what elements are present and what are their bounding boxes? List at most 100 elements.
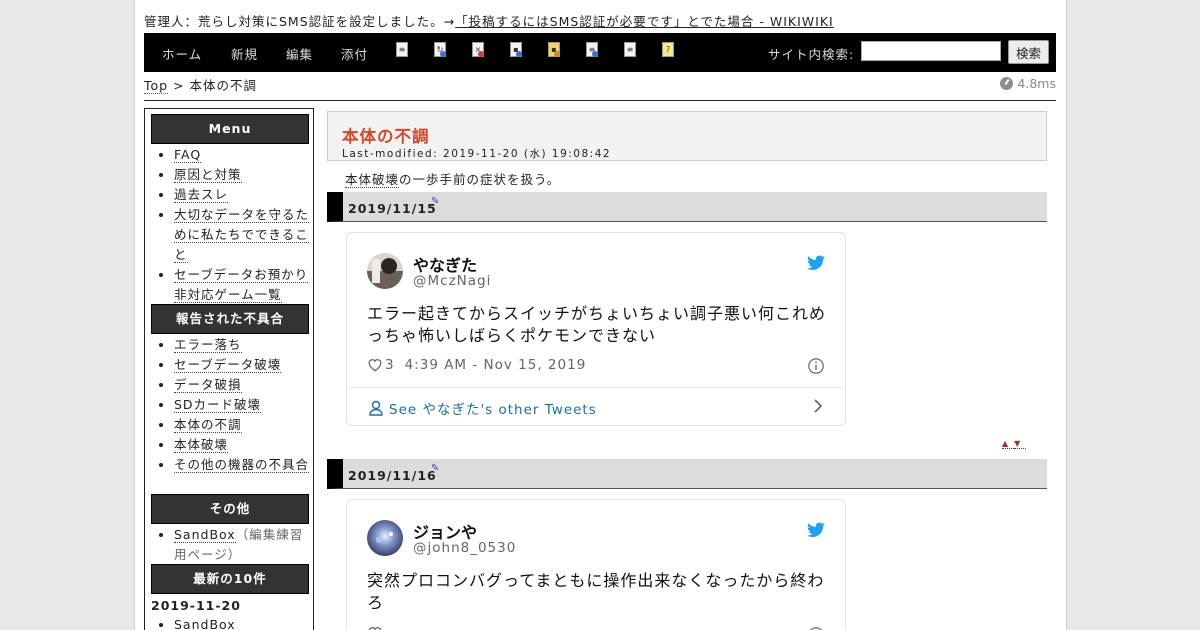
scroll-down-icon[interactable]: ▼ bbox=[1014, 439, 1027, 449]
tweet-divider bbox=[347, 387, 845, 388]
twitter-bird-icon[interactable] bbox=[807, 522, 825, 538]
tweet-likes[interactable]: 3 bbox=[367, 357, 395, 373]
section-heading-2: 2019/11/16 ✎ bbox=[327, 459, 1047, 489]
notice-link[interactable]: 「投稿するにはSMS認証が必要です」とでた場合 - WIKIWIKI bbox=[455, 14, 834, 29]
user-icon bbox=[369, 400, 383, 416]
breadcrumb-top-link[interactable]: Top bbox=[144, 78, 169, 94]
sidebar-item-causes[interactable]: 原因と対策 bbox=[174, 167, 242, 183]
sidebar-item-past-threads[interactable]: 過去スレ bbox=[174, 187, 229, 203]
intro-link[interactable]: 本体破壊 bbox=[345, 172, 400, 188]
edit-pencil-icon[interactable]: ✎ bbox=[431, 197, 441, 207]
page-icon[interactable]: ≡ bbox=[396, 42, 408, 57]
sidebar-item-error-crash[interactable]: エラー落ち bbox=[174, 337, 242, 353]
nav-attach-link[interactable]: 添付 bbox=[341, 44, 368, 63]
sidebar-heading-other: その他 bbox=[151, 494, 309, 524]
embedded-tweet-2[interactable]: ジョンや @john8_0530 突然プロコンバグってまともに操作出来なくなった… bbox=[346, 499, 846, 630]
sidebar-latest-date: 2019-11-20 bbox=[151, 598, 241, 613]
embedded-tweet-1[interactable]: やなぎた @MczNagi エラー起きてからスイッチがちょいちょい調子悪い何これ… bbox=[346, 232, 846, 426]
sidebar-item-sandbox[interactable]: SandBox bbox=[174, 527, 236, 543]
speedometer-icon bbox=[1000, 77, 1014, 90]
tweet-meta bbox=[367, 626, 383, 630]
avatar[interactable] bbox=[367, 520, 403, 556]
avatar[interactable] bbox=[367, 253, 403, 289]
sidebar-item-save-unsupported[interactable]: セーブデータお預かり非対応ゲーム一覧 bbox=[174, 267, 309, 303]
sidebar-item-console-broken[interactable]: 本体破壊 bbox=[174, 437, 229, 453]
sidebar-item-sdcard[interactable]: SDカード破壊 bbox=[174, 397, 262, 413]
list-item: 大切なデータを守るために私たちでできること bbox=[174, 205, 313, 265]
list-icon[interactable]: ≡ bbox=[624, 42, 636, 57]
title-box: 本体の不調 Last-modified: 2019-11-20 (水) 19:0… bbox=[327, 111, 1047, 161]
sidebar-heading-reported-bugs: 報告された不具合 bbox=[151, 304, 309, 334]
list-item: SDカード破壊 bbox=[174, 395, 313, 415]
tweet-more-label[interactable]: See やなぎた's other Tweets bbox=[389, 398, 597, 418]
sidebar-item-data-damage[interactable]: データ破損 bbox=[174, 377, 242, 393]
render-time-value: 4.8ms bbox=[1017, 76, 1056, 91]
help-icon[interactable]: ? bbox=[662, 42, 674, 57]
scroll-up-icon[interactable]: ▲ bbox=[1002, 439, 1015, 449]
main-content: 本体の不調 Last-modified: 2019-11-20 (水) 19:0… bbox=[327, 108, 1047, 630]
tweet-text: エラー起きてからスイッチがちょいちょい調子悪い何これめっちゃ怖いしばらくポケモン… bbox=[367, 304, 827, 345]
list-item: その他の機器の不具合 bbox=[174, 455, 313, 475]
info-icon[interactable] bbox=[807, 626, 825, 630]
render-time: 4.8ms bbox=[1000, 76, 1056, 91]
twitter-bird-icon[interactable] bbox=[807, 255, 825, 271]
lock-icon[interactable]: ▪ bbox=[548, 42, 560, 57]
info-icon[interactable] bbox=[807, 357, 825, 375]
sidebar-item-console-issue[interactable]: 本体の不調 bbox=[174, 417, 242, 433]
sidebar-menu-list: FAQ 原因と対策 過去スレ 大切なデータを守るために私たちでできること セーブ… bbox=[157, 145, 313, 305]
last-modified: Last-modified: 2019-11-20 (水) 19:08:42 bbox=[342, 148, 612, 160]
sidebar-item-save-corrupt[interactable]: セーブデータ破壊 bbox=[174, 357, 282, 373]
heart-icon[interactable] bbox=[367, 358, 383, 372]
list-item: セーブデータ破壊 bbox=[174, 355, 313, 375]
list-item: 原因と対策 bbox=[174, 165, 313, 185]
header-divider bbox=[144, 100, 1056, 101]
section-heading-1: 2019/11/15 ✎ bbox=[327, 192, 1047, 222]
tweet-timestamp[interactable]: 4:39 AM - Nov 15, 2019 bbox=[405, 357, 587, 373]
page: 管理人：荒らし対策にSMS認証を設定しました。→「投稿するにはSMS認証が必要で… bbox=[134, 0, 1067, 630]
edit-pencil-icon[interactable]: ✎ bbox=[431, 464, 441, 474]
tweet-author-handle[interactable]: @john8_0530 bbox=[413, 540, 516, 556]
copy-icon[interactable]: ≡ bbox=[586, 42, 598, 57]
breadcrumb-separator: > bbox=[173, 78, 185, 93]
sidebar-bugs-list: エラー落ち セーブデータ破壊 データ破損 SDカード破壊 本体の不調 本体破壊 … bbox=[157, 335, 313, 475]
list-item: エラー落ち bbox=[174, 335, 313, 355]
section-nav-arrows: ▲▼ bbox=[1002, 439, 1027, 449]
breadcrumb-current: 本体の不調 bbox=[189, 78, 258, 93]
navbar: ホーム 新規 編集 添付 ≡ ↻ × ▪ ▪ ≡ ≡ ? サイト内検索: 検索 bbox=[144, 33, 1056, 72]
save-icon[interactable]: ▪ bbox=[510, 42, 522, 57]
delete-icon[interactable]: × bbox=[472, 42, 484, 57]
tweet-text: 突然プロコンバグってまともに操作出来なくなったから終わろ bbox=[367, 571, 825, 612]
tweet-author-handle[interactable]: @MczNagi bbox=[413, 273, 491, 289]
sidebar-latest-sandbox[interactable]: SandBox bbox=[174, 617, 236, 630]
admin-notice: 管理人：荒らし対策にSMS認証を設定しました。→「投稿するにはSMS認証が必要で… bbox=[144, 11, 834, 30]
sidebar-latest-list: SandBox bbox=[157, 615, 313, 630]
sidebar-item-other-devices[interactable]: その他の機器の不具合 bbox=[174, 457, 310, 473]
nav-home-link[interactable]: ホーム bbox=[162, 44, 202, 63]
sidebar-item-faq[interactable]: FAQ bbox=[174, 147, 202, 163]
list-item: セーブデータお預かり非対応ゲーム一覧 bbox=[174, 265, 313, 305]
tweet-like-count: 3 bbox=[385, 357, 395, 373]
list-item: SandBox bbox=[174, 615, 313, 630]
list-item: 本体破壊 bbox=[174, 435, 313, 455]
list-item: データ破損 bbox=[174, 375, 313, 395]
nav-edit-link[interactable]: 編集 bbox=[286, 44, 313, 63]
search-input[interactable] bbox=[861, 41, 1001, 61]
sidebar-heading-menu: Menu bbox=[151, 114, 309, 144]
sidebar: Menu FAQ 原因と対策 過去スレ 大切なデータを守るために私たちでできるこ… bbox=[144, 108, 314, 630]
notice-text: 管理人：荒らし対策にSMS認証を設定しました。→ bbox=[144, 14, 456, 29]
sidebar-item-protect-data[interactable]: 大切なデータを守るために私たちでできること bbox=[174, 207, 310, 263]
search-label: サイト内検索: bbox=[768, 47, 855, 62]
tweet-more-link[interactable]: See やなぎた's other Tweets bbox=[369, 398, 597, 418]
sidebar-heading-latest: 最新の10件 bbox=[151, 564, 309, 594]
reload-icon[interactable]: ↻ bbox=[434, 42, 446, 57]
tweet-meta: 3 4:39 AM - Nov 15, 2019 bbox=[367, 357, 586, 373]
chevron-right-icon[interactable] bbox=[813, 399, 823, 413]
intro-text: 本体破壊の一歩手前の症状を扱う。 bbox=[345, 169, 560, 188]
section-title: 2019/11/15 bbox=[348, 201, 437, 216]
list-item: 過去スレ bbox=[174, 185, 313, 205]
heart-icon[interactable] bbox=[367, 626, 383, 630]
list-item: SandBox（編集練習用ページ） bbox=[174, 525, 313, 565]
list-item: FAQ bbox=[174, 145, 313, 165]
nav-new-link[interactable]: 新規 bbox=[231, 44, 258, 63]
search-button[interactable]: 検索 bbox=[1008, 40, 1049, 64]
